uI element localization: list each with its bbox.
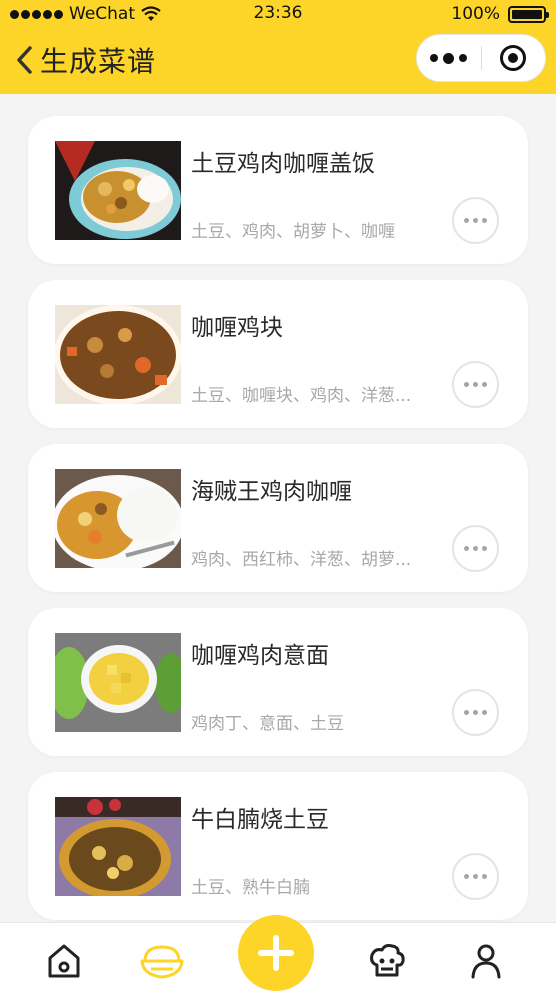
home-icon bbox=[48, 944, 80, 978]
battery-area: 100% bbox=[451, 4, 549, 24]
battery-icon bbox=[508, 5, 549, 23]
tab-home[interactable] bbox=[36, 933, 92, 989]
recipe-card[interactable]: 咖喱鸡肉意面 鸡肉丁、意面、土豆 bbox=[28, 608, 528, 756]
recipe-name: 土豆鸡肉咖喱盖饭 bbox=[191, 151, 375, 177]
status-bar: WeChat 23:36 100% bbox=[0, 0, 556, 28]
tab-chef[interactable] bbox=[359, 933, 415, 989]
tab-recipes[interactable] bbox=[134, 933, 190, 989]
tab-bar bbox=[0, 915, 556, 994]
recipe-name: 咖喱鸡肉意面 bbox=[191, 643, 329, 669]
recipe-ingredients: 土豆、熟牛白腩 bbox=[191, 878, 310, 898]
recipe-photo bbox=[55, 305, 181, 404]
rice-bowl-icon bbox=[140, 945, 184, 979]
recipe-more-button[interactable] bbox=[452, 853, 499, 900]
add-recipe-button[interactable] bbox=[238, 915, 314, 991]
recipe-more-button[interactable] bbox=[452, 361, 499, 408]
close-miniprogram-button[interactable] bbox=[482, 34, 546, 82]
target-icon bbox=[500, 45, 527, 71]
profile-icon bbox=[471, 944, 501, 979]
tab-profile[interactable] bbox=[458, 933, 514, 989]
add-icon bbox=[258, 935, 294, 971]
chef-icon bbox=[370, 944, 405, 977]
recipe-name: 牛白腩烧土豆 bbox=[191, 807, 329, 833]
recipe-more-button[interactable] bbox=[452, 197, 499, 244]
recipe-ingredients: 土豆、鸡肉、胡萝卜、咖喱 bbox=[191, 222, 395, 242]
chevron-left-icon bbox=[17, 46, 32, 74]
recipe-ingredients: 鸡肉丁、意面、土豆 bbox=[191, 714, 344, 734]
battery-percent: 100% bbox=[451, 4, 500, 24]
recipe-card[interactable]: 牛白腩烧土豆 土豆、熟牛白腩 bbox=[28, 772, 528, 920]
recipe-name: 咖喱鸡块 bbox=[191, 315, 283, 341]
recipe-name: 海贼王鸡肉咖喱 bbox=[191, 479, 352, 505]
recipe-photo bbox=[55, 141, 181, 240]
recipe-ingredients: 鸡肉、西红柿、洋葱、胡萝... bbox=[191, 550, 412, 570]
recipe-ingredients: 土豆、咖喱块、鸡肉、洋葱... bbox=[191, 386, 412, 406]
page-title: 生成菜谱 bbox=[40, 45, 157, 78]
more-options-button[interactable] bbox=[417, 34, 481, 82]
recipe-card[interactable]: 海贼王鸡肉咖喱 鸡肉、西红柿、洋葱、胡萝... bbox=[28, 444, 528, 592]
nav-bar: 生成菜谱 bbox=[0, 28, 556, 94]
back-button[interactable]: 生成菜谱 bbox=[14, 38, 156, 82]
header: WeChat 23:36 100% 生成菜谱 bbox=[0, 0, 556, 94]
recipe-photo bbox=[55, 633, 181, 732]
miniprogram-capsule bbox=[416, 34, 546, 82]
recipe-more-button[interactable] bbox=[452, 689, 499, 736]
recipe-photo bbox=[55, 469, 181, 568]
recipe-photo bbox=[55, 797, 181, 896]
recipe-more-button[interactable] bbox=[452, 525, 499, 572]
recipe-card[interactable]: 咖喱鸡块 土豆、咖喱块、鸡肉、洋葱... bbox=[28, 280, 528, 428]
recipe-card[interactable]: 土豆鸡肉咖喱盖饭 土豆、鸡肉、胡萝卜、咖喱 bbox=[28, 116, 528, 264]
